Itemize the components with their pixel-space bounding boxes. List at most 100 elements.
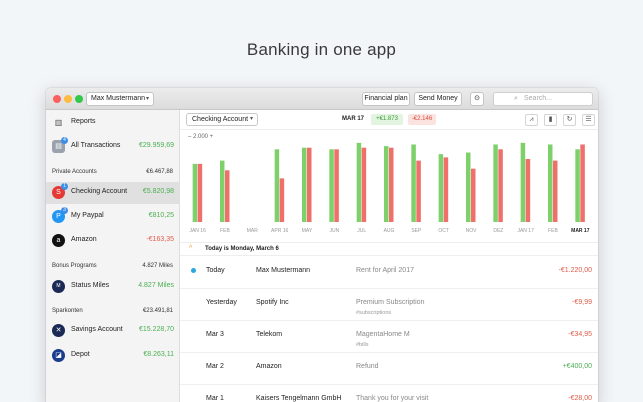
bar-chart-icon[interactable]: ▮ [544,114,557,126]
bank-logo-icon: ✕ [52,324,65,337]
bar-income[interactable] [493,144,498,222]
group-label: Private Accounts [52,169,97,175]
transaction-tag[interactable]: #subscriptions [356,310,391,316]
bar-income[interactable] [329,149,334,222]
monthly-bar-chart: JAN 16 FEB MAR APR 16 MAY JUN JUL AUG SEP OCT NOV D… [189,142,590,234]
bar-expense[interactable] [334,149,339,222]
amazon-icon: a [52,234,65,247]
sidebar: ▥ Reports ▤ 4 All Transactions €29.959,6… [46,110,180,402]
account-select[interactable]: Checking Account ▾ [186,113,258,126]
x-tick-label: APR 16 [271,228,288,234]
financial-plan-button[interactable]: Financial plan [362,92,410,106]
x-tick-label: NOV [466,228,478,234]
sidebar-item-my-paypal[interactable]: P 3 My Paypal €810,25 [46,206,180,228]
minimize-window-button[interactable] [64,95,72,103]
transaction-amount: +€400,00 [562,363,592,370]
bar-income[interactable] [411,144,416,222]
settings-icon[interactable]: ☰ [582,114,595,126]
count-badge: 1 [61,183,68,190]
trend-icon[interactable]: ⩘ [525,114,538,126]
sidebar-item-status-miles[interactable]: M Status Miles 4.827 Miles [46,276,180,298]
sidebar-item-amount: €5.820,98 [142,188,174,195]
bar-income[interactable] [466,152,471,222]
send-money-button[interactable]: Send Money [414,92,462,106]
bar-income[interactable] [274,149,280,222]
transaction-payee: Kaisers Tengelmann GmbH [256,395,342,402]
chevron-down-icon: ▾ [249,116,253,122]
bar-income[interactable] [220,160,225,222]
transaction-payee: Amazon [256,363,282,370]
bar-income[interactable] [302,147,307,222]
bar-expense[interactable] [471,168,476,222]
account-select-label: Checking Account [192,116,249,123]
transaction-date: Today [206,267,225,274]
transaction-date: Mar 1 [206,395,224,402]
transaction-row[interactable]: Mar 2 Amazon Refund +€400,00 [180,353,598,385]
sidebar-item-savings-account[interactable]: ✕ Savings Account €15.228,70 [46,320,180,342]
today-header: ^ Today is Monday, March 6 [180,242,598,256]
bar-expense[interactable] [580,144,585,222]
transaction-row[interactable]: Yesterday Spotify Inc Premium Subscription… [180,289,598,321]
bar-expense[interactable] [443,157,449,222]
bar-expense[interactable] [389,147,394,222]
bar-income[interactable] [548,144,553,222]
transaction-row[interactable]: Mar 3 Telekom MagentaHome M #bills -€34,95 [180,321,598,353]
bar-expense[interactable] [498,149,503,222]
bar-expense[interactable] [307,147,312,222]
chart-toolbar: Checking Account ▾ MAR 17 +€1.873 -€2.14… [180,110,598,130]
transaction-description: Rent for April 2017 [356,267,414,274]
bar-income[interactable] [575,149,580,222]
lock-button[interactable]: ⊙ [470,92,484,106]
bar-expense[interactable] [361,147,367,222]
sidebar-item-amazon[interactable]: a Amazon -€163,35 [46,230,180,252]
search-placeholder: Search... [524,95,553,102]
bar-expense[interactable] [225,170,230,222]
sidebar-item-depot[interactable]: ◪ Depot €8.263,11 [46,345,180,367]
bar-income[interactable] [356,142,362,222]
bar-expense[interactable] [197,163,203,222]
x-tick-label: JAN 17 [517,228,534,234]
group-label: Sparkonten [52,308,83,314]
transaction-row[interactable]: Today Max Mustermann Rent for April 2017 -€… [180,257,598,289]
transaction-tag[interactable]: #bills [356,342,369,348]
transaction-payee: Telekom [256,331,283,338]
transaction-description: Thank you for your visit [356,395,429,402]
depot-icon: ◪ [52,349,65,362]
chevron-up-icon[interactable]: ^ [189,245,192,252]
sidebar-item-reports[interactable]: ▥ Reports [46,112,180,134]
bar-expense[interactable] [416,160,421,222]
bar-income[interactable] [384,146,389,222]
user-select[interactable]: Max Mustermann ▾ [86,92,154,106]
transaction-payee: Max Mustermann [256,267,311,274]
search-input[interactable]: ⌕ Search... [493,92,593,106]
transaction-row[interactable]: Mar 1 Kaisers Tengelmann GmbH Thank you fo… [180,385,598,402]
sidebar-item-checking-account[interactable]: S 1 Checking Account €5.820,98 [46,182,180,204]
sidebar-item-label: Savings Account [71,326,123,333]
chevron-down-icon: ▾ [145,96,149,102]
transaction-payee: Spotify Inc [256,299,289,306]
bar-income[interactable] [520,142,526,222]
zoom-control[interactable]: – 2.000 + [188,134,213,140]
group-total: €23.491,81 [142,308,173,314]
x-tick-label: MAR [247,228,259,234]
bar-income[interactable] [438,154,444,222]
x-tick-label: MAR 17 [571,228,590,234]
close-window-button[interactable] [53,95,61,103]
sidebar-item-all-transactions[interactable]: ▤ 4 All Transactions €29.959,69 [46,136,180,158]
transaction-date: Mar 2 [206,363,224,370]
bar-expense[interactable] [279,178,285,222]
count-badge: 3 [61,207,68,214]
zoom-window-button[interactable] [75,95,83,103]
expense-pill: -€2.146 [408,114,436,125]
bar-income[interactable] [192,163,198,222]
sidebar-item-label: My Paypal [71,212,104,219]
sidebar-item-label: Status Miles [71,282,110,289]
bar-expense[interactable] [525,159,531,222]
transaction-amount: -€28,00 [568,395,592,402]
refresh-icon[interactable]: ↻ [563,114,576,126]
transaction-description: MagentaHome M [356,331,410,338]
transaction-amount: -€9,99 [572,299,592,306]
transaction-description: Refund [356,363,379,370]
bar-expense[interactable] [553,160,558,222]
x-tick-label: JUL [357,228,366,234]
